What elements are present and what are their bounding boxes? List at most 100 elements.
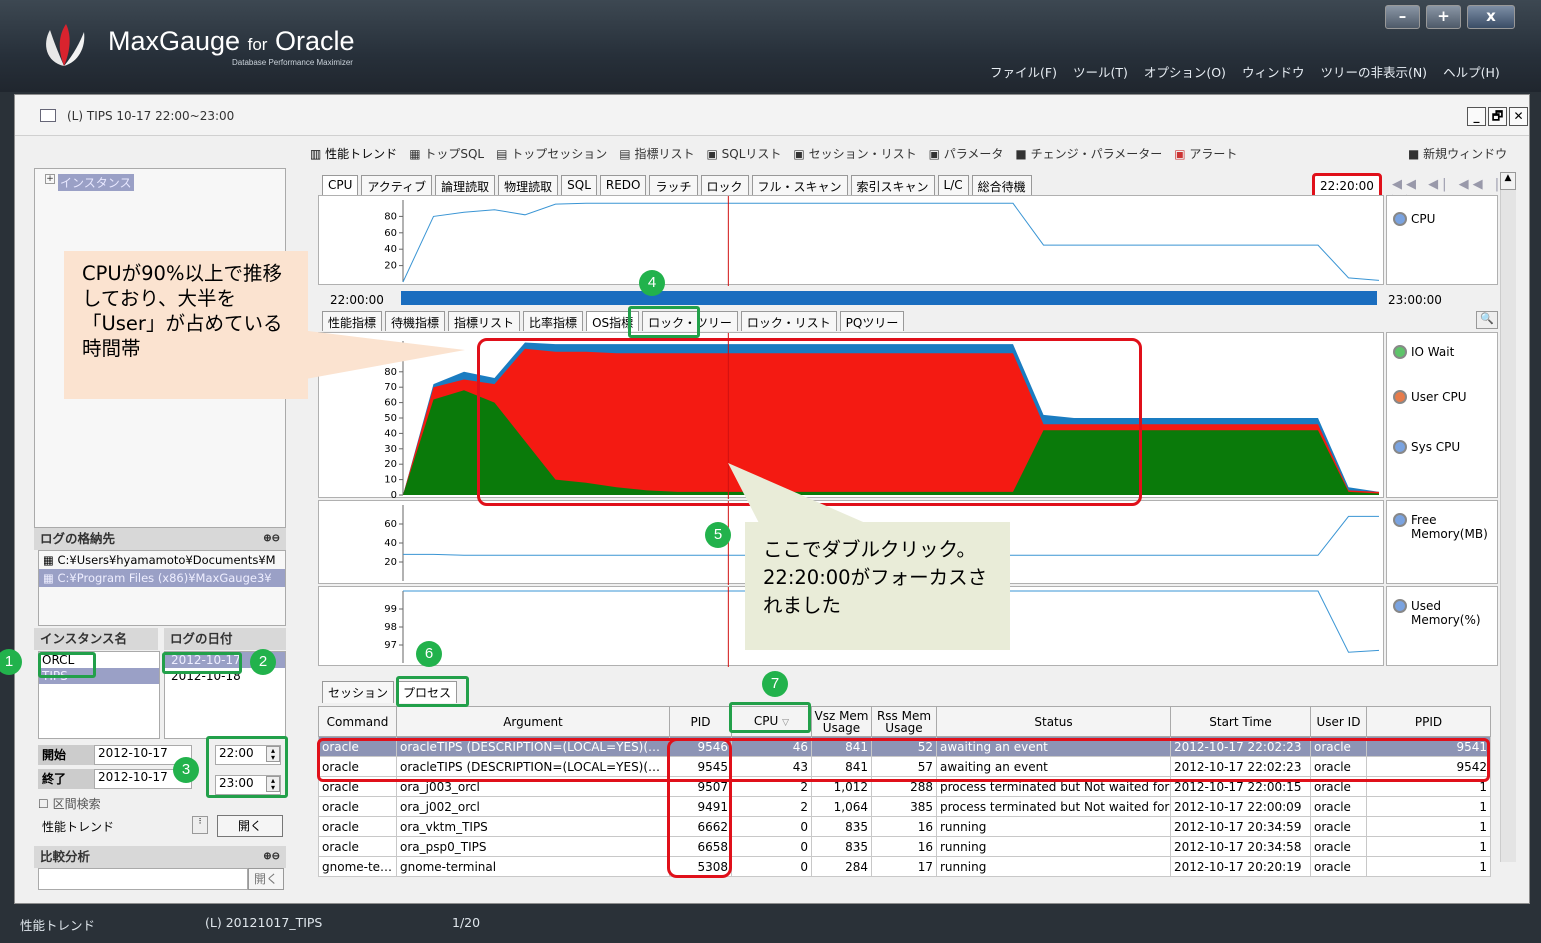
- cpu-chart-panel: 20 40 60 80: [318, 195, 1385, 286]
- table-cell: 1,064: [811, 796, 872, 817]
- y-tick-label: 60: [384, 519, 397, 530]
- col-rss[interactable]: Rss Mem Usage: [871, 706, 937, 737]
- col-user-id[interactable]: User ID: [1310, 706, 1367, 737]
- expand-icon[interactable]: +: [45, 174, 55, 184]
- tree-root[interactable]: + インスタンス: [45, 174, 134, 191]
- table-cell: 835: [811, 836, 872, 857]
- add-remove-icon[interactable]: ⊕⊖: [263, 846, 280, 868]
- toolbar-top-sql[interactable]: ▦ トップSQL: [409, 145, 484, 162]
- toolbar-metric-list[interactable]: ▤ 指標リスト: [619, 145, 694, 162]
- table-cell: 284: [811, 856, 872, 877]
- menu-options[interactable]: オプション(O): [1144, 62, 1226, 81]
- table-cell: 2: [731, 796, 812, 817]
- tab-latch[interactable]: ラッチ: [649, 175, 698, 195]
- table-cell: oracle: [1310, 836, 1367, 857]
- tab-index-scan[interactable]: 索引スキャン: [850, 175, 935, 195]
- scroll-up-icon[interactable]: ▲: [1500, 172, 1516, 190]
- toolbar-top-session[interactable]: ▤ トップセッション: [496, 145, 607, 162]
- list-icon: ▣: [706, 147, 718, 161]
- col-status[interactable]: Status: [936, 706, 1171, 737]
- log-path-item[interactable]: ▦ C:¥Program Files (x86)¥MaxGauge3¥: [39, 569, 285, 587]
- child-close-button[interactable]: ✕: [1509, 107, 1528, 126]
- tab-cpu[interactable]: CPU: [322, 175, 359, 195]
- maximize-button[interactable]: +: [1426, 5, 1461, 29]
- col-pid[interactable]: PID: [669, 706, 732, 737]
- table-row[interactable]: gnome-te… gnome-terminal 5308 0 284 17 running…: [318, 856, 1491, 877]
- legend-item[interactable]: Sys CPU: [1393, 440, 1460, 454]
- tab-lock-list[interactable]: ロック・リスト: [740, 311, 837, 331]
- table-cell: oracle: [1310, 816, 1367, 837]
- menu-help[interactable]: ヘルプ(H): [1443, 62, 1500, 81]
- tab-session[interactable]: セッション: [322, 681, 395, 703]
- legend-item[interactable]: IO Wait: [1393, 345, 1454, 359]
- tab-lc[interactable]: L/C: [937, 175, 969, 195]
- list-icon: ▤: [619, 147, 631, 161]
- status-file: (L) 20121017_TIPS: [205, 915, 323, 930]
- table-cell: 1: [1366, 836, 1491, 857]
- table-cell: 1: [1366, 856, 1491, 877]
- table-row[interactable]: oracle ora_psp0_TIPS 6658 0 835 16 running 2012…: [318, 836, 1491, 857]
- maxgauge-logo-icon: [46, 24, 85, 66]
- legend-item[interactable]: Free Memory(MB): [1393, 513, 1488, 541]
- toolbar-change-parameter[interactable]: ■ チェンジ・パラメーター: [1015, 145, 1162, 162]
- menu-hide-tree[interactable]: ツリーの非表示(N): [1320, 62, 1427, 81]
- log-path-item[interactable]: ▦ C:¥Users¥hyamamoto¥Documents¥M: [39, 551, 285, 569]
- table-cell: 16: [871, 836, 937, 857]
- highlight-process-tab: [396, 676, 469, 707]
- tab-logical-read[interactable]: 論理読取: [435, 175, 496, 195]
- tab-total-wait[interactable]: 総合待機: [971, 175, 1032, 195]
- minimize-button[interactable]: –: [1385, 5, 1420, 29]
- table-cell: gnome-terminal: [396, 856, 670, 877]
- y-tick-label: 20: [384, 557, 397, 568]
- tab-active[interactable]: アクティブ: [361, 175, 433, 195]
- tab-ratio-metric[interactable]: 比率指標: [523, 311, 584, 331]
- app-subtitle: Database Performance Maximizer: [232, 58, 353, 67]
- highlight-instance: [38, 652, 96, 678]
- tab-sql[interactable]: SQL: [561, 175, 597, 195]
- child-restore-button[interactable]: 🗗: [1488, 107, 1507, 126]
- tab-physical-read[interactable]: 物理読取: [498, 175, 559, 195]
- y-tick-label: 20: [384, 459, 397, 470]
- cpu-chart[interactable]: 20 40 60 80: [319, 196, 1385, 286]
- col-command[interactable]: Command: [318, 706, 397, 737]
- col-vsz[interactable]: Vsz Mem Usage: [811, 706, 872, 737]
- add-remove-icon[interactable]: ⊕⊖: [263, 528, 280, 550]
- time-range-slider[interactable]: [401, 291, 1377, 305]
- view-toolbar: ▥ 性能トレンド ▦ トップSQL ▤ トップセッション ▤ 指標リスト ▣ S…: [310, 145, 1237, 162]
- tab-lock[interactable]: ロック: [700, 175, 749, 195]
- vertical-scrollbar[interactable]: [1500, 172, 1516, 862]
- tab-pq-tree[interactable]: PQツリー: [839, 311, 905, 331]
- menu-window[interactable]: ウィンドウ: [1242, 62, 1305, 81]
- col-ppid[interactable]: PPID: [1366, 706, 1491, 737]
- legend-item[interactable]: CPU: [1393, 212, 1435, 226]
- open-button[interactable]: 開く: [217, 815, 283, 837]
- tab-full-scan[interactable]: フル・スキャン: [751, 175, 848, 195]
- menu-tools[interactable]: ツール(T): [1073, 62, 1128, 81]
- table-cell: oracle: [1310, 796, 1367, 817]
- legend-item[interactable]: User CPU: [1393, 390, 1467, 404]
- menu-file[interactable]: ファイル(F): [990, 62, 1057, 81]
- new-window-button[interactable]: ■ 新規ウィンドウ: [1408, 145, 1507, 162]
- toolbar-perf-trend[interactable]: ▥ 性能トレンド: [310, 145, 397, 162]
- zoom-icon[interactable]: 🔍: [1476, 311, 1498, 329]
- chart-icon: [40, 109, 56, 122]
- mode-dropdown[interactable]: ⁝: [192, 816, 208, 834]
- y-tick-label: 30: [384, 444, 397, 455]
- badge-3: 3: [173, 757, 199, 783]
- compare-open-button[interactable]: 開く: [248, 868, 284, 890]
- compare-field[interactable]: [38, 868, 248, 890]
- table-cell: oracle: [318, 836, 397, 857]
- close-button[interactable]: x: [1467, 5, 1515, 29]
- col-argument[interactable]: Argument: [396, 706, 670, 737]
- table-row[interactable]: oracle ora_vktm_TIPS 6662 0 835 16 running 2012…: [318, 816, 1491, 837]
- toolbar-parameter[interactable]: ▣ パラメータ: [929, 145, 1004, 162]
- range-search-checkbox[interactable]: ☐ 区間検索: [38, 795, 101, 812]
- col-start-time[interactable]: Start Time: [1170, 706, 1311, 737]
- child-minimize-button[interactable]: _: [1467, 107, 1486, 126]
- toolbar-session-list[interactable]: ▣ セッション・リスト: [793, 145, 916, 162]
- legend-item[interactable]: Used Memory(%): [1393, 599, 1481, 627]
- toolbar-alert[interactable]: ▣ アラート: [1174, 145, 1237, 162]
- tab-redo[interactable]: REDO: [599, 175, 647, 195]
- toolbar-sql-list[interactable]: ▣ SQLリスト: [706, 145, 781, 162]
- table-row[interactable]: oracle ora_j002_orcl 9491 2 1,064 385 process …: [318, 796, 1491, 817]
